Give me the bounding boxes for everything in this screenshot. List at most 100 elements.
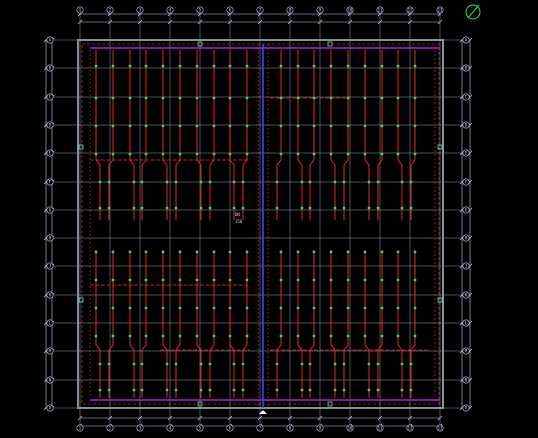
sprinkler-head bbox=[380, 124, 384, 128]
sprinkler-head bbox=[94, 64, 98, 68]
sprinkler-head bbox=[144, 306, 148, 310]
sprinkler-head bbox=[195, 96, 199, 100]
sprinkler-head bbox=[174, 362, 178, 366]
sprinkler-head bbox=[346, 96, 350, 100]
sprinkler-head bbox=[144, 250, 148, 254]
cad-viewport[interactable]: 1 1 2 2 3 3 4 4 5 5 6 6 7 7 8 8 9 9 10 10 11 11 12 12 13 13 A A B B C C… bbox=[0, 0, 538, 438]
branch-pipe bbox=[242, 250, 248, 398]
sprinkler-head bbox=[94, 250, 98, 254]
grid-bubble-label: J bbox=[465, 263, 467, 268]
sprinkler-head bbox=[409, 362, 413, 366]
sprinkler-head bbox=[275, 180, 279, 184]
sprinkler-head bbox=[296, 96, 300, 100]
branch-pipe bbox=[141, 250, 147, 398]
sprinkler-head bbox=[107, 206, 111, 210]
sprinkler-head bbox=[111, 152, 115, 156]
branch-pipe bbox=[330, 50, 336, 220]
sprinkler-head bbox=[178, 278, 182, 282]
sprinkler-head bbox=[279, 278, 283, 282]
sprinkler-head bbox=[296, 124, 300, 128]
sprinkler-head bbox=[367, 362, 371, 366]
sprinkler-head bbox=[161, 250, 165, 254]
sprinkler-head bbox=[174, 388, 178, 392]
sprinkler-head bbox=[178, 96, 182, 100]
sprinkler-head bbox=[413, 96, 417, 100]
sprinkler-head bbox=[161, 152, 165, 156]
branch-pipe bbox=[162, 50, 168, 220]
sprinkler-head bbox=[212, 64, 216, 68]
sprinkler-head bbox=[279, 96, 283, 100]
building-outline bbox=[77, 39, 444, 409]
sprinkler-head bbox=[245, 278, 249, 282]
sprinkler-head bbox=[329, 124, 333, 128]
sprinkler-head bbox=[380, 152, 384, 156]
sprinkler-head bbox=[228, 124, 232, 128]
branch-pipe bbox=[397, 250, 403, 398]
sprinkler-head bbox=[413, 124, 417, 128]
sprinkler-head bbox=[107, 180, 111, 184]
sprinkler-head bbox=[279, 124, 283, 128]
sprinkler-head bbox=[396, 152, 400, 156]
sprinkler-head bbox=[329, 334, 333, 338]
sprinkler-head bbox=[312, 334, 316, 338]
sprinkler-head bbox=[161, 96, 165, 100]
sprinkler-head bbox=[400, 388, 404, 392]
sprinkler-head bbox=[396, 278, 400, 282]
sprinkler-head bbox=[212, 124, 216, 128]
sprinkler-head bbox=[329, 306, 333, 310]
sprinkler-head bbox=[165, 206, 169, 210]
sprinkler-head bbox=[165, 362, 169, 366]
sprinkler-head bbox=[228, 96, 232, 100]
branch-pipe bbox=[229, 50, 235, 220]
sprinkler-head bbox=[232, 388, 236, 392]
sprinkler-head bbox=[312, 96, 316, 100]
branch-pipe bbox=[95, 250, 101, 398]
sprinkler-head bbox=[195, 250, 199, 254]
sprinkler-head bbox=[208, 388, 212, 392]
sprinkler-head bbox=[128, 278, 132, 282]
sprinkler-head bbox=[212, 306, 216, 310]
branch-pipe bbox=[343, 250, 349, 398]
sprinkler-head bbox=[376, 180, 380, 184]
sprinkler-head bbox=[245, 124, 249, 128]
sprinkler-heads bbox=[78, 41, 443, 414]
sprinkler-head bbox=[178, 152, 182, 156]
sprinkler-head bbox=[228, 152, 232, 156]
branch-pipe bbox=[95, 50, 101, 220]
sprinkler-head bbox=[413, 152, 417, 156]
branch-pipe bbox=[162, 250, 168, 398]
grid-bubble-label: 12 bbox=[408, 7, 413, 12]
sprinkler-head bbox=[161, 306, 165, 310]
sprinkler-head bbox=[308, 180, 312, 184]
sprinkler-head bbox=[329, 250, 333, 254]
sprinkler-head bbox=[342, 362, 346, 366]
sprinkler-head bbox=[380, 334, 384, 338]
branch-pipe bbox=[175, 50, 181, 220]
sprinkler-head bbox=[228, 64, 232, 68]
sprinkler-head bbox=[165, 180, 169, 184]
sprinkler-head bbox=[308, 362, 312, 366]
sprinkler-floor-plan: 1122334455667788991010111112121313A AB BC C… bbox=[43, 4, 481, 432]
sprinkler-head bbox=[94, 124, 98, 128]
sprinkler-head bbox=[241, 180, 245, 184]
branch-pipe bbox=[196, 250, 202, 398]
sprinkler-head bbox=[199, 206, 203, 210]
sprinkler-head bbox=[342, 180, 346, 184]
sprinkler-head bbox=[174, 180, 178, 184]
sprinkler-head bbox=[208, 362, 212, 366]
sprinkler-head bbox=[312, 124, 316, 128]
sprinkler-head bbox=[396, 64, 400, 68]
sprinkler-head bbox=[195, 124, 199, 128]
sprinkler-head bbox=[346, 306, 350, 310]
sprinkler-head bbox=[94, 96, 98, 100]
sprinkler-head bbox=[296, 152, 300, 156]
sprinkler-head bbox=[212, 278, 216, 282]
sprinkler-head bbox=[161, 334, 165, 338]
sprinkler-head bbox=[245, 334, 249, 338]
sprinkler-head bbox=[296, 306, 300, 310]
branch-pipe bbox=[297, 250, 303, 398]
sprinkler-head bbox=[413, 64, 417, 68]
sprinkler-head bbox=[111, 306, 115, 310]
sprinkler-head bbox=[245, 306, 249, 310]
sprinkler-head bbox=[144, 152, 148, 156]
